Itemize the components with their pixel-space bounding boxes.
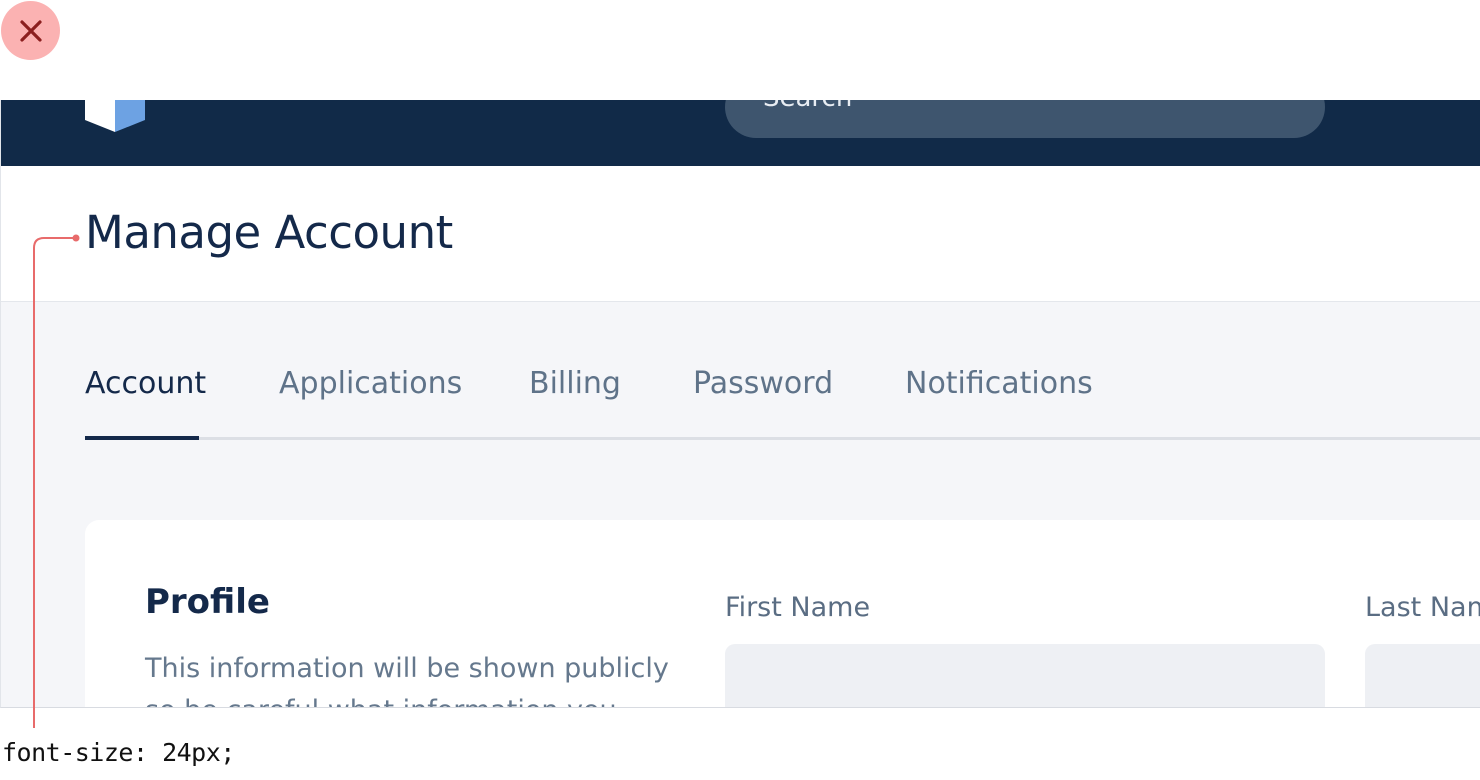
first-name-field[interactable] xyxy=(725,644,1325,707)
last-name-label: Last Name xyxy=(1365,592,1480,623)
tab-applications[interactable]: Applications xyxy=(279,364,462,440)
tab-notifications[interactable]: Notifications xyxy=(905,364,1093,440)
shield-logo-icon[interactable] xyxy=(85,100,145,132)
profile-description: This information will be shown publicly … xyxy=(145,653,669,707)
page-header: Manage Account xyxy=(1,166,1480,302)
last-name-field[interactable] xyxy=(1365,644,1480,707)
first-name-label: First Name xyxy=(725,592,871,623)
page-title: Manage Account xyxy=(85,206,453,259)
account-tabs: Account Applications Billing Password No… xyxy=(85,364,1480,440)
close-button[interactable] xyxy=(1,1,60,60)
search-text: Search xyxy=(763,100,852,113)
tab-account[interactable]: Account xyxy=(85,364,206,440)
profile-card: Profile This information will be shown p… xyxy=(85,520,1480,707)
top-navigation-bar: Search xyxy=(1,100,1480,166)
tab-password[interactable]: Password xyxy=(693,364,833,440)
close-icon xyxy=(19,19,42,42)
app-frame: Search Manage Account Account Applicatio… xyxy=(0,100,1480,708)
search-input[interactable]: Search xyxy=(725,100,1325,138)
tab-billing[interactable]: Billing xyxy=(529,364,621,440)
active-tab-indicator xyxy=(85,436,199,440)
profile-heading: Profile xyxy=(145,582,270,622)
css-annotation-label: font-size: 24px; xyxy=(2,738,235,767)
